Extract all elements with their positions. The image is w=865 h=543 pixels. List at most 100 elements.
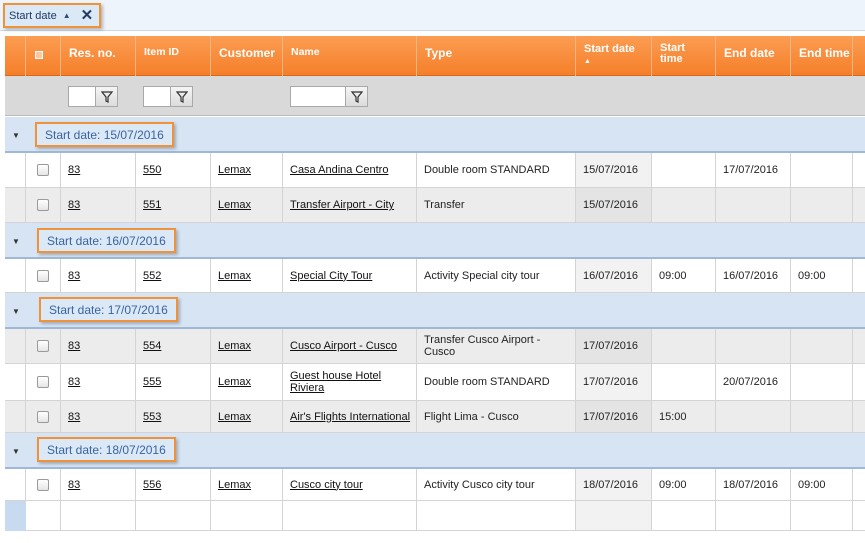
name-link[interactable]: Casa Andina Centro (290, 164, 388, 176)
name-link[interactable]: Cusco city tour (290, 479, 363, 491)
group-by-chip[interactable]: Start date ▲ ✕ (3, 3, 101, 28)
table-row[interactable]: 83 556 Lemax Cusco city tour Activity Cu… (5, 469, 865, 501)
group-label: Start date: 17/07/2016 (39, 297, 178, 322)
group-label: Start date: 18/07/2016 (37, 437, 176, 462)
customer-link[interactable]: Lemax (218, 376, 251, 388)
empty-cell (652, 501, 716, 530)
row-indent (5, 364, 26, 400)
customer-link[interactable]: Lemax (218, 479, 251, 491)
end-time-cell (791, 401, 853, 432)
item-id-link[interactable]: 552 (143, 270, 161, 282)
group-header[interactable]: ▼ Start date: 17/07/2016 (5, 293, 865, 329)
row-checkbox[interactable] (37, 410, 49, 423)
empty-cell (417, 501, 576, 530)
close-icon[interactable]: ✕ (81, 8, 94, 23)
table-row[interactable]: 83 553 Lemax Air's Flights International… (5, 401, 865, 433)
name-link[interactable]: Air's Flights International (290, 411, 410, 423)
empty-row (5, 501, 865, 531)
start-date-cell: 17/07/2016 (576, 364, 652, 400)
customer-link[interactable]: Lemax (218, 340, 251, 352)
start-date-cell: 18/07/2016 (576, 469, 652, 500)
column-end-time[interactable]: End time (791, 36, 853, 76)
end-time-cell (791, 153, 853, 187)
group-label: Start date: 15/07/2016 (35, 122, 174, 147)
item-id-link[interactable]: 550 (143, 164, 161, 176)
collapse-icon[interactable]: ▼ (12, 131, 20, 140)
res-no-link[interactable]: 83 (68, 340, 80, 352)
item-id-link[interactable]: 556 (143, 479, 161, 491)
funnel-icon[interactable] (171, 86, 193, 107)
type-cell: Transfer Cusco Airport - Cusco (417, 329, 576, 363)
column-customer[interactable]: Customer (211, 36, 283, 76)
row-checkbox[interactable] (37, 164, 49, 176)
row-checkbox[interactable] (37, 199, 49, 211)
name-filter-input[interactable] (290, 86, 346, 107)
empty-cell (716, 501, 791, 530)
group-by-panel: Start date ▲ ✕ (0, 0, 865, 31)
collapse-icon[interactable]: ▼ (12, 447, 20, 456)
table-row[interactable]: 83 554 Lemax Cusco Airport - Cusco Trans… (5, 329, 865, 364)
row-indent (5, 188, 26, 222)
start-date-cell: 15/07/2016 (576, 188, 652, 222)
item-id-link[interactable]: 554 (143, 340, 161, 352)
table-row[interactable]: 83 551 Lemax Transfer Airport - City Tra… (5, 188, 865, 223)
group-header[interactable]: ▼ Start date: 16/07/2016 (5, 223, 865, 259)
row-checkbox[interactable] (37, 340, 49, 352)
filter-row (5, 76, 865, 116)
res-no-filter-input[interactable] (68, 86, 96, 107)
sort-ascending-icon[interactable]: ▲ (63, 11, 71, 20)
res-no-link[interactable]: 83 (68, 164, 80, 176)
column-start-time[interactable]: Start time (652, 36, 716, 76)
group-header[interactable]: ▼ Start date: 15/07/2016 (5, 117, 865, 153)
row-checkbox[interactable] (37, 478, 49, 491)
item-id-link[interactable]: 553 (143, 411, 161, 423)
end-date-cell (716, 401, 791, 432)
item-id-filter-input[interactable] (143, 86, 171, 107)
customer-link[interactable]: Lemax (218, 270, 251, 282)
customer-link[interactable]: Lemax (218, 164, 251, 176)
res-no-link[interactable]: 83 (68, 479, 80, 491)
column-type[interactable]: Type (417, 36, 576, 76)
table-row[interactable]: 83 552 Lemax Special City Tour Activity … (5, 259, 865, 293)
item-id-link[interactable]: 551 (143, 199, 161, 211)
column-item-id[interactable]: Item ID (136, 36, 211, 76)
column-start-date[interactable]: Start date ▲ (576, 36, 652, 76)
table-row[interactable]: 83 550 Lemax Casa Andina Centro Double r… (5, 153, 865, 188)
type-cell: Activity Special city tour (417, 259, 576, 292)
res-no-link[interactable]: 83 (68, 270, 80, 282)
end-date-cell: 17/07/2016 (716, 153, 791, 187)
name-link[interactable]: Cusco Airport - Cusco (290, 340, 397, 352)
collapse-icon[interactable]: ▼ (12, 307, 20, 316)
column-name[interactable]: Name (283, 36, 417, 76)
end-date-cell: 16/07/2016 (716, 259, 791, 292)
row-checkbox[interactable] (37, 376, 49, 388)
funnel-icon[interactable] (346, 86, 368, 107)
row-select (26, 153, 61, 187)
item-id-link[interactable]: 555 (143, 376, 161, 388)
empty-cell (211, 501, 283, 530)
end-time-cell (791, 364, 853, 400)
name-link[interactable]: Guest house Hotel Riviera (290, 370, 386, 394)
funnel-icon[interactable] (96, 86, 118, 107)
row-select (26, 469, 61, 500)
column-res-no[interactable]: Res. no. (61, 36, 136, 76)
name-link[interactable]: Transfer Airport - City (290, 199, 394, 211)
res-no-link[interactable]: 83 (68, 411, 80, 423)
empty-cell (136, 501, 211, 530)
table-row[interactable]: 83 555 Lemax Guest house Hotel Riviera D… (5, 364, 865, 401)
select-all-icon[interactable] (35, 51, 43, 59)
empty-cell (791, 501, 853, 530)
collapse-icon[interactable]: ▼ (12, 237, 20, 246)
res-no-link[interactable]: 83 (68, 199, 80, 211)
res-no-link[interactable]: 83 (68, 376, 80, 388)
row-indent (5, 469, 26, 500)
customer-link[interactable]: Lemax (218, 199, 251, 211)
group-header[interactable]: ▼ Start date: 18/07/2016 (5, 433, 865, 469)
customer-link[interactable]: Lemax (218, 411, 251, 423)
name-link[interactable]: Special City Tour (290, 270, 372, 282)
column-end-date[interactable]: End date (716, 36, 791, 76)
empty-cell (26, 501, 61, 530)
select-all-checkbox[interactable] (26, 36, 61, 76)
start-date-cell: 17/07/2016 (576, 401, 652, 432)
row-checkbox[interactable] (37, 269, 49, 282)
